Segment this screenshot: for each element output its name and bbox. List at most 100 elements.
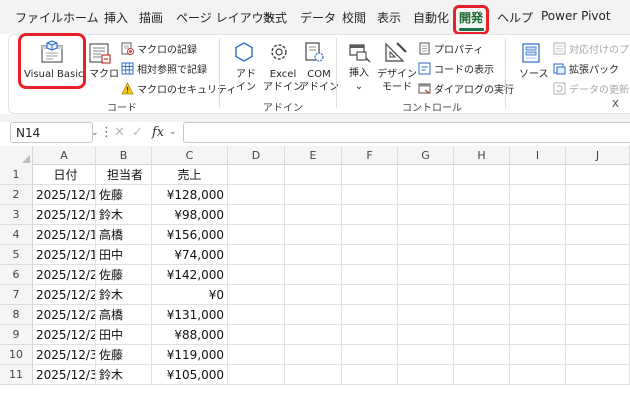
grid-cell[interactable]: 2025/12/2 bbox=[33, 265, 96, 285]
grid-cell[interactable] bbox=[566, 345, 630, 365]
grid-cell[interactable]: ¥142,000 bbox=[152, 265, 228, 285]
tab-file[interactable]: ファイル bbox=[15, 9, 63, 26]
grid-cell[interactable]: 担当者 bbox=[96, 165, 152, 185]
grid-cell[interactable] bbox=[566, 305, 630, 325]
grid-cell[interactable] bbox=[454, 285, 510, 305]
grid-cell[interactable] bbox=[398, 285, 454, 305]
grid-cell[interactable] bbox=[285, 305, 342, 325]
grid-cell[interactable] bbox=[228, 305, 285, 325]
grid-cell[interactable]: 2025/12/3 bbox=[33, 365, 96, 385]
view-code-button[interactable]: コードの表示 bbox=[418, 60, 494, 76]
properties-button[interactable]: プロパティ bbox=[418, 40, 483, 56]
row-header[interactable]: 4 bbox=[0, 225, 33, 245]
grid-cell[interactable] bbox=[510, 185, 566, 205]
expansion-packs-button[interactable]: 拡張パック bbox=[553, 60, 619, 76]
visual-basic-button[interactable]: Visual Basic bbox=[24, 68, 84, 81]
column-header[interactable]: F bbox=[342, 146, 398, 165]
row-header[interactable]: 11 bbox=[0, 365, 33, 385]
excel-add-ins-button[interactable]: Excel アドイン bbox=[263, 68, 303, 94]
name-box[interactable]: N14 ⌄ bbox=[10, 122, 99, 143]
grid-cell[interactable] bbox=[228, 205, 285, 225]
grid-cell[interactable] bbox=[285, 265, 342, 285]
tab-data[interactable]: データ bbox=[300, 9, 336, 26]
grid-cell[interactable]: ¥119,000 bbox=[152, 345, 228, 365]
grid-cell[interactable] bbox=[398, 365, 454, 385]
grid-cell[interactable] bbox=[454, 365, 510, 385]
grid-cell[interactable] bbox=[398, 165, 454, 185]
grid-cell[interactable] bbox=[342, 165, 398, 185]
grid-cell[interactable] bbox=[566, 245, 630, 265]
grid-cell[interactable] bbox=[566, 185, 630, 205]
grid-cell[interactable] bbox=[454, 245, 510, 265]
grid-cell[interactable]: 鈴木 bbox=[96, 365, 152, 385]
grid-cell[interactable] bbox=[454, 265, 510, 285]
row-header[interactable]: 3 bbox=[0, 205, 33, 225]
tab-home[interactable]: ホーム bbox=[63, 9, 99, 26]
enter-icon[interactable]: ✓ bbox=[132, 125, 143, 140]
column-header[interactable]: H bbox=[454, 146, 510, 165]
grid-cell[interactable] bbox=[398, 345, 454, 365]
grid-cell[interactable] bbox=[228, 185, 285, 205]
row-header[interactable]: 2 bbox=[0, 185, 33, 205]
grid-cell[interactable] bbox=[566, 225, 630, 245]
formula-input[interactable] bbox=[183, 122, 630, 143]
add-ins-button[interactable]: アド イン bbox=[236, 68, 256, 94]
grid-cell[interactable] bbox=[454, 345, 510, 365]
insert-control-button[interactable]: 挿入 ⌄ bbox=[349, 67, 369, 93]
grid-cell[interactable] bbox=[398, 225, 454, 245]
column-header[interactable]: C bbox=[152, 146, 228, 165]
grid-cell[interactable] bbox=[566, 265, 630, 285]
grid-cell[interactable] bbox=[342, 185, 398, 205]
grid-cell[interactable] bbox=[342, 305, 398, 325]
grid-cell[interactable] bbox=[285, 365, 342, 385]
grid-cell[interactable]: ¥105,000 bbox=[152, 365, 228, 385]
grid-cell[interactable] bbox=[566, 285, 630, 305]
grid-cell[interactable] bbox=[228, 285, 285, 305]
grid-cell[interactable] bbox=[566, 205, 630, 225]
row-header[interactable]: 1 bbox=[0, 165, 33, 185]
row-header[interactable]: 7 bbox=[0, 285, 33, 305]
grid-cell[interactable] bbox=[510, 285, 566, 305]
grid-cell[interactable]: 日付 bbox=[33, 165, 96, 185]
column-header[interactable]: A bbox=[33, 146, 96, 165]
grid-cell[interactable] bbox=[228, 165, 285, 185]
tab-view[interactable]: 表示 bbox=[377, 9, 401, 26]
grid-cell[interactable] bbox=[510, 165, 566, 185]
grid-cell[interactable] bbox=[510, 225, 566, 245]
grid-cell[interactable]: 2025/12/2 bbox=[33, 305, 96, 325]
grid-cell[interactable]: 2025/12/1 bbox=[33, 205, 96, 225]
grid-cell[interactable] bbox=[342, 285, 398, 305]
grid-cell[interactable] bbox=[342, 365, 398, 385]
row-header[interactable]: 8 bbox=[0, 305, 33, 325]
insert-function-icon[interactable]: fx bbox=[152, 125, 164, 140]
tab-insert[interactable]: 挿入 bbox=[104, 9, 128, 26]
grid-cell[interactable] bbox=[566, 165, 630, 185]
grid-cell[interactable]: ¥98,000 bbox=[152, 205, 228, 225]
grid-cell[interactable] bbox=[510, 305, 566, 325]
chevron-down-icon[interactable]: ⌄ bbox=[169, 127, 177, 137]
grid-cell[interactable] bbox=[454, 185, 510, 205]
grid-cell[interactable]: 2025/12/2 bbox=[33, 325, 96, 345]
grid-cell[interactable] bbox=[342, 325, 398, 345]
record-macro-button[interactable]: マクロの記録 bbox=[121, 40, 197, 56]
more-options-icon[interactable]: ⋮ bbox=[100, 125, 113, 140]
grid-cell[interactable] bbox=[285, 285, 342, 305]
grid-cell[interactable] bbox=[398, 265, 454, 285]
grid-cell[interactable] bbox=[285, 185, 342, 205]
grid-cell[interactable]: ¥0 bbox=[152, 285, 228, 305]
grid-cell[interactable] bbox=[342, 205, 398, 225]
grid-cell[interactable] bbox=[454, 165, 510, 185]
grid-cell[interactable] bbox=[398, 245, 454, 265]
grid-cell[interactable] bbox=[398, 305, 454, 325]
column-header[interactable]: E bbox=[285, 146, 342, 165]
grid-cell[interactable]: 佐藤 bbox=[96, 265, 152, 285]
mapping-properties-button[interactable]: 対応付けのプ bbox=[553, 40, 629, 56]
tab-review[interactable]: 校閲 bbox=[342, 9, 366, 26]
tab-formulas[interactable]: 数式 bbox=[263, 9, 287, 26]
grid-cell[interactable] bbox=[510, 345, 566, 365]
column-header[interactable]: D bbox=[228, 146, 285, 165]
grid-cell[interactable]: 売上 bbox=[152, 165, 228, 185]
grid-cell[interactable]: 2025/12/3 bbox=[33, 345, 96, 365]
grid-cell[interactable]: ¥131,000 bbox=[152, 305, 228, 325]
grid-cell[interactable] bbox=[228, 265, 285, 285]
